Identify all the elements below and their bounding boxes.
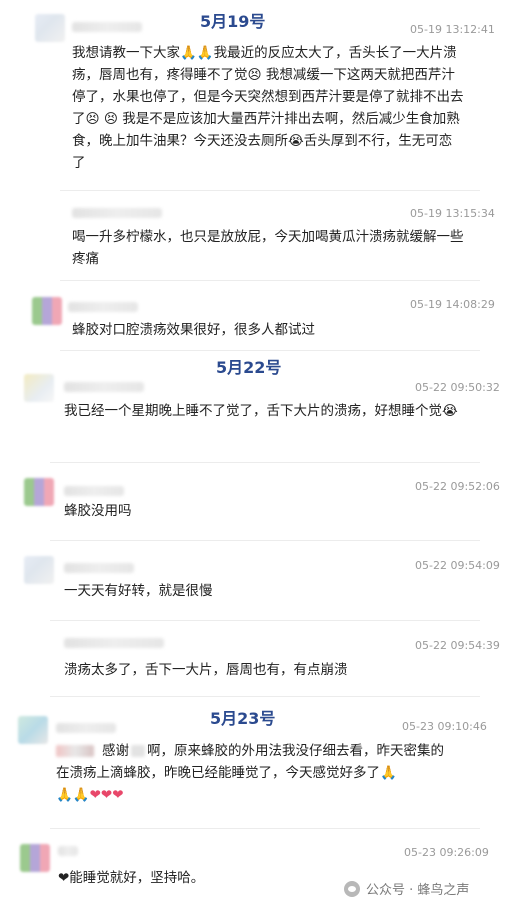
username-blurred — [64, 486, 124, 496]
avatar[interactable] — [18, 716, 48, 744]
watermark-text: 公众号 · 蜂鸟之声 — [366, 883, 470, 898]
avatar[interactable] — [24, 478, 54, 506]
date-header-may23: 5月23号 — [210, 709, 276, 728]
mention-blurred — [56, 745, 94, 757]
comment-text-part: 感谢 — [102, 743, 129, 759]
avatar[interactable] — [24, 374, 54, 402]
divider — [50, 540, 480, 541]
comment-timestamp: 05-23 09:10:46 — [402, 720, 487, 733]
username-blurred — [68, 302, 138, 312]
username-blurred — [64, 563, 134, 573]
comment-text: 我想请教一下大家🙏🙏我最近的反应太大了，舌头长了一大片溃疡，唇周也有，疼得睡不了… — [72, 45, 464, 171]
comment-text: 喝一升多柠檬水，也只是放放屁，今天加喝黄瓜汁溃疡就缓解一些疼痛 — [72, 229, 464, 267]
username-blurred — [72, 208, 162, 218]
username-blurred — [58, 846, 78, 856]
username-blurred — [64, 638, 164, 648]
date-header-may22: 5月22号 — [216, 358, 282, 377]
comment-timestamp: 05-22 09:50:32 — [415, 381, 500, 394]
comment-timestamp: 05-22 09:52:06 — [415, 480, 500, 493]
emoji-row: 🙏🙏❤❤❤ — [56, 787, 124, 803]
comment-timestamp: 05-23 09:26:09 — [404, 846, 489, 859]
comment-timestamp: 05-19 14:08:29 — [410, 298, 495, 311]
mention-blurred — [131, 745, 145, 757]
divider — [60, 350, 480, 351]
comment-text: ❤能睡觉就好，坚持哈。 — [58, 870, 205, 886]
username-blurred — [56, 723, 116, 733]
avatar[interactable] — [24, 556, 54, 584]
comment-text: 溃疡太多了，舌下一大片，唇周也有，有点崩溃 — [64, 662, 348, 678]
comment-text: 感谢 啊，原来蜂胶的外用法我没仔细去看，昨天密集的在溃疡上滴蜂胶，昨晚已经能睡觉了… — [56, 740, 446, 806]
comment-text: 我已经一个星期晚上睡不了觉了，舌下大片的溃疡，好想睡个觉😭 — [64, 403, 458, 419]
comment-timestamp: 05-19 13:15:34 — [410, 207, 495, 220]
avatar[interactable] — [32, 297, 62, 325]
divider — [50, 696, 480, 697]
comment-timestamp: 05-19 13:12:41 — [410, 23, 495, 36]
comment-text: 一天天有好转，就是很慢 — [64, 583, 213, 599]
divider — [50, 828, 480, 829]
avatar[interactable] — [20, 844, 50, 872]
comment-timestamp: 05-22 09:54:09 — [415, 559, 500, 572]
wechat-icon — [344, 880, 360, 897]
divider — [60, 190, 480, 191]
divider — [50, 462, 480, 463]
comment-text: 蜂胶对口腔溃疡效果很好，很多人都试过 — [72, 322, 315, 338]
comment-timestamp: 05-22 09:54:39 — [415, 639, 500, 652]
divider — [60, 280, 480, 281]
username-blurred — [64, 382, 144, 392]
watermark: 公众号 · 蜂鸟之声 — [344, 879, 469, 898]
avatar[interactable] — [35, 14, 65, 42]
divider — [50, 620, 480, 621]
date-header-may19: 5月19号 — [200, 12, 266, 31]
comment-text: 蜂胶没用吗 — [64, 503, 132, 519]
username-blurred — [72, 22, 142, 32]
